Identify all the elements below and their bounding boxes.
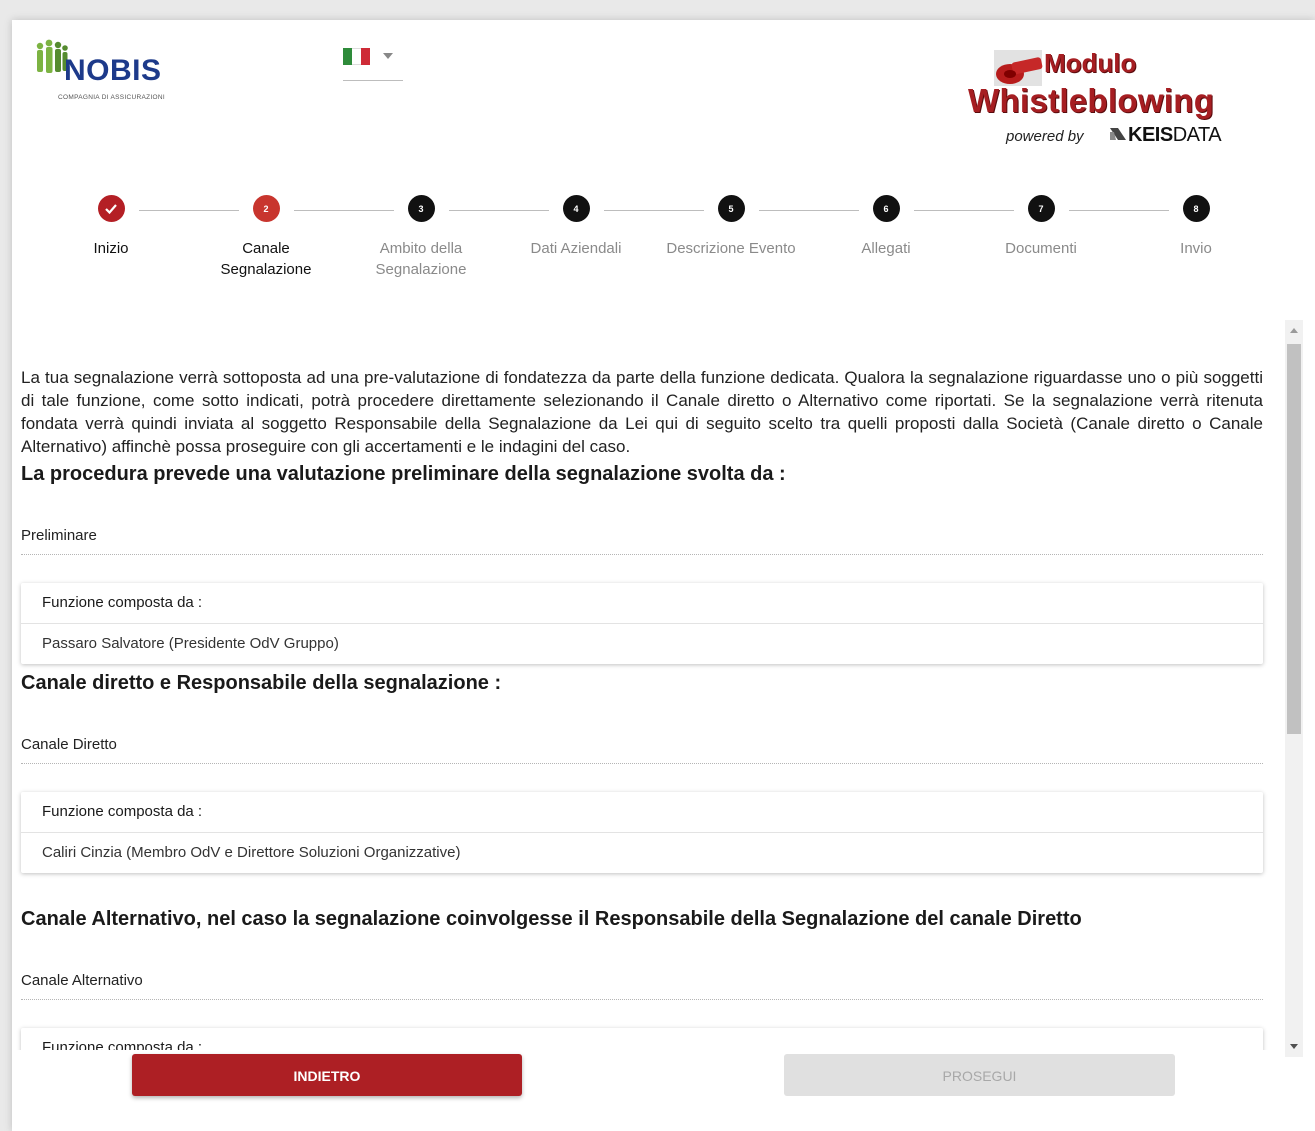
scrollbar-thumb[interactable] [1287,344,1301,734]
continue-button[interactable]: PROSEGUI [784,1054,1175,1096]
step-label: Descrizione Evento [666,240,796,257]
card-header: Funzione composta da : [21,1028,1263,1050]
section-title-canale-diretto: Canale diretto e Responsabile della segn… [21,672,502,694]
step-number: 7 [1027,195,1055,222]
back-button[interactable]: INDIETRO [132,1054,522,1096]
step-label: Dati Aziendali [530,240,622,257]
intro-paragraph: La tua segnalazione verrà sottoposta ad … [21,368,1263,456]
card-member: Passaro Salvatore (Presidente OdV Gruppo… [42,635,339,652]
step-number: 2 [252,195,280,222]
section-title-canale-alternativo: Canale Alternativo, nel caso la segnalaz… [21,908,1082,930]
form-content: La tua segnalazione verrà sottoposta ad … [12,318,1274,1050]
step-invio[interactable]: 8 Invio [1126,192,1266,259]
progress-stepper: Inizio 2 Canale Segnalazione 3 Ambito de… [12,192,1315,302]
language-select[interactable] [343,44,403,81]
step-number: 6 [872,195,900,222]
chevron-down-icon [383,53,393,59]
step-label: Documenti [1005,240,1077,257]
check-icon [97,195,125,222]
funzione-card-preliminare: Funzione composta da : Passaro Salvatore… [21,583,1263,664]
keisdata-logo: KEISDATA [1110,124,1222,147]
step-number: 8 [1182,195,1210,222]
preliminare-field[interactable]: Preliminare [21,527,1263,555]
logo-wordmark: NOBIS [64,54,162,87]
keisdata-light: DATA [1172,124,1222,146]
card-header: Funzione composta da : [21,792,1263,833]
app-window: NOBIS COMPAGNIA DI ASSICURAZIONI Modulo … [12,20,1315,1131]
step-allegati[interactable]: 6 Allegati [816,192,956,259]
scroll-down-icon[interactable] [1290,1044,1298,1049]
whistleblowing-brand: Modulo Whistleblowing powered by KEISDAT… [962,44,1232,154]
step-label: Ambito della Segnalazione [375,240,467,278]
logo-subtitle: COMPAGNIA DI ASSICURAZIONI [58,94,166,101]
step-documenti[interactable]: 7 Documenti [971,192,1111,259]
brand-title-line2: Whistleblowing [968,82,1215,119]
card-header: Funzione composta da : [21,583,1263,624]
funzione-card-alternativo: Funzione composta da : [21,1028,1263,1050]
keisdata-mark-icon [1110,128,1126,140]
step-ambito-segnalazione[interactable]: 3 Ambito della Segnalazione [351,192,491,280]
step-label: Invio [1180,240,1212,257]
step-label: Inizio [93,240,129,257]
nobis-logo: NOBIS COMPAGNIA DI ASSICURAZIONI [34,38,194,102]
powered-by-text: powered by [1006,128,1084,145]
step-number: 5 [717,195,745,222]
step-canale-segnalazione[interactable]: 2 Canale Segnalazione [196,192,336,280]
scroll-up-icon[interactable] [1290,328,1298,333]
funzione-card-diretto: Funzione composta da : Caliri Cinzia (Me… [21,792,1263,873]
step-number: 3 [407,195,435,222]
section-title-preliminare: La procedura prevede una valutazione pre… [21,463,786,485]
step-inizio[interactable]: Inizio [41,192,181,259]
content-scrollbar[interactable] [1285,320,1303,1057]
keisdata-bold: KEIS [1128,124,1173,146]
step-number: 4 [562,195,590,222]
canale-diretto-field[interactable]: Canale Diretto [21,736,1263,764]
step-dati-aziendali[interactable]: 4 Dati Aziendali [506,192,646,259]
italian-flag-icon [343,48,370,65]
step-label: Canale Segnalazione [220,240,312,278]
step-label: Allegati [861,240,911,257]
card-member: Caliri Cinzia (Membro OdV e Direttore So… [42,844,461,861]
step-descrizione-evento[interactable]: 5 Descrizione Evento [661,192,801,259]
brand-title-line1: Modulo [1044,48,1137,78]
canale-alternativo-field[interactable]: Canale Alternativo [21,972,1263,1000]
